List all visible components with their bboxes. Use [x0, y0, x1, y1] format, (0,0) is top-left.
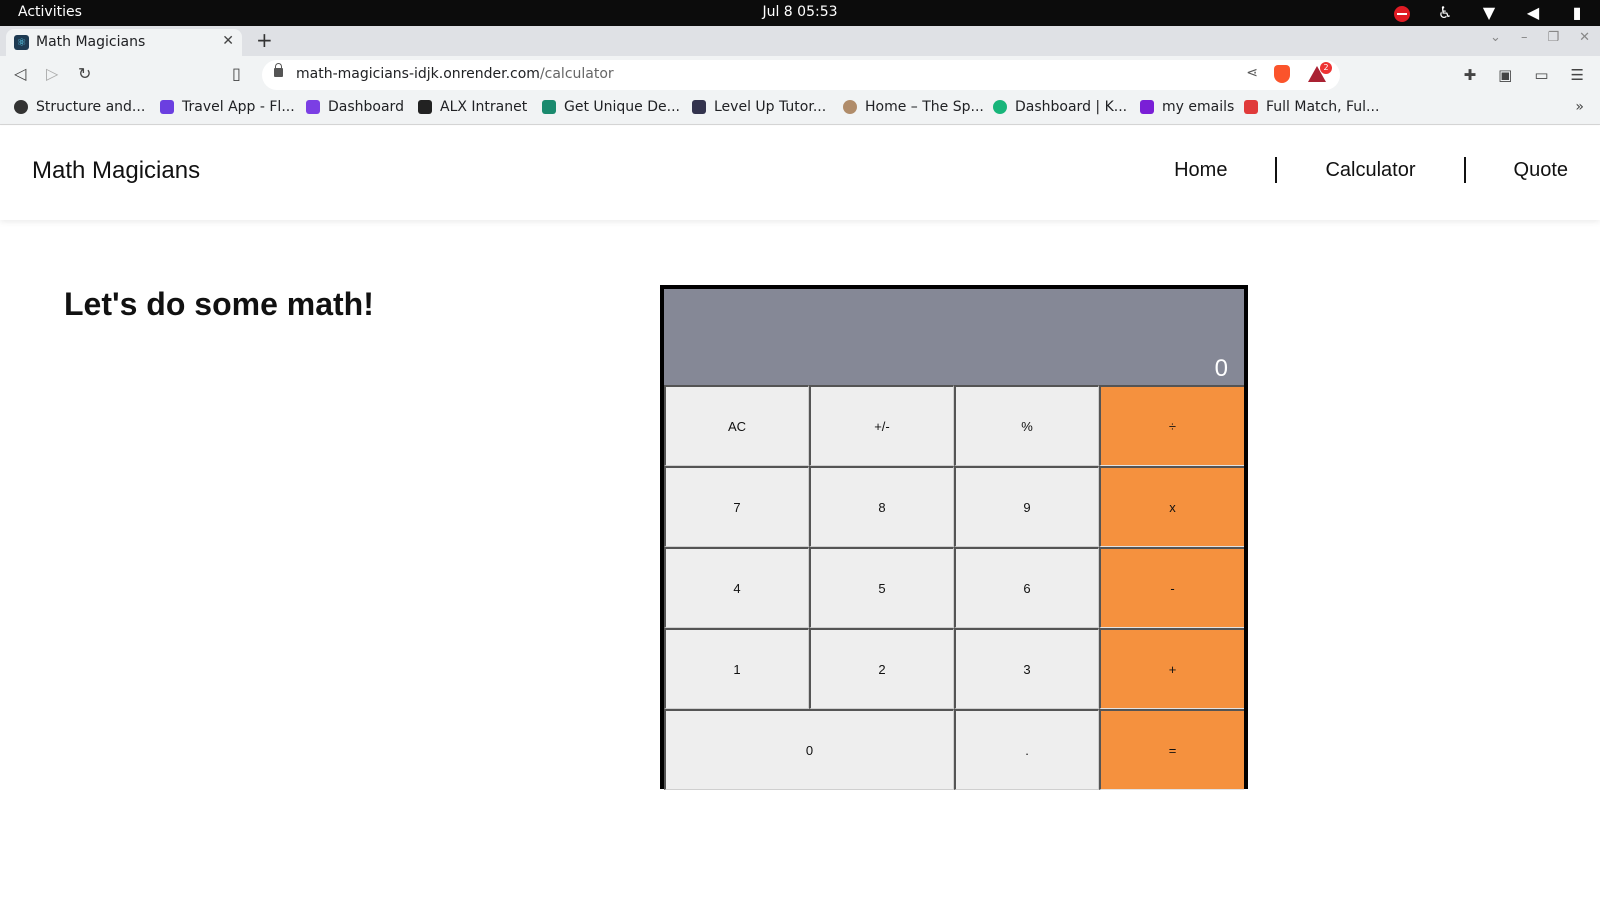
new-tab-button[interactable]: +: [256, 28, 273, 52]
nav-link-quote[interactable]: Quote: [1514, 159, 1568, 182]
calculator-display: 0: [664, 289, 1244, 385]
bookmark-item[interactable]: Dashboard: [306, 99, 404, 115]
alx-favicon-icon: [418, 100, 432, 114]
sidebar-icon[interactable]: ▣: [1498, 66, 1512, 84]
tab-title: Math Magicians: [36, 34, 146, 50]
bookmark-favicon-icon: [843, 100, 857, 114]
globe-icon: [14, 100, 28, 114]
digit-6-button[interactable]: 6: [954, 547, 1099, 628]
back-icon[interactable]: ◁: [14, 64, 26, 83]
digit-8-button[interactable]: 8: [809, 466, 954, 547]
system-top-bar: Activities Jul 8 05:53 ♿ ▼ ◀ ▮: [0, 0, 1600, 26]
digit-3-button[interactable]: 3: [954, 628, 1099, 709]
digit-7-button[interactable]: 7: [664, 466, 809, 547]
calculator: 0 AC +/- % ÷ 7 8 9 x 4 5 6 - 1 2 3 + 0 .…: [660, 285, 1248, 790]
forward-icon[interactable]: ▷: [46, 64, 58, 83]
digit-2-button[interactable]: 2: [809, 628, 954, 709]
nav-link-calculator[interactable]: Calculator: [1325, 159, 1415, 182]
site-logo: Math Magicians: [32, 157, 201, 184]
browser-tab[interactable]: ⚛ Math Magicians ✕: [6, 29, 242, 56]
digit-0-button[interactable]: 0: [664, 709, 954, 790]
page-content: Math Magicians Home Calculator Quote Let…: [0, 126, 1600, 900]
nav-link-home[interactable]: Home: [1174, 159, 1227, 182]
page-heading: Let's do some math!: [64, 286, 374, 322]
digit-9-button[interactable]: 9: [954, 466, 1099, 547]
extension-icons: ✚ ▣ ▭ ☰: [1464, 66, 1584, 84]
menu-icon[interactable]: ☰: [1571, 66, 1584, 84]
maximize-icon[interactable]: ❐: [1547, 30, 1559, 45]
site-header: Math Magicians Home Calculator Quote: [0, 126, 1600, 220]
window-close-icon[interactable]: ✕: [1579, 30, 1590, 45]
digit-5-button[interactable]: 5: [809, 547, 954, 628]
wallet-icon[interactable]: ▭: [1534, 66, 1548, 84]
minimize-icon[interactable]: –: [1521, 30, 1528, 45]
browser-tab-strip: ⚛ Math Magicians ✕: [0, 26, 1600, 56]
address-bar[interactable]: math-magicians-idjk.onrender.com/calcula…: [262, 60, 1340, 90]
brave-shields-icon[interactable]: [1274, 65, 1290, 83]
tab-search-icon[interactable]: ⌄: [1490, 30, 1501, 45]
bookmark-item[interactable]: Dashboard | K...: [993, 99, 1127, 115]
bookmark-favicon-icon: [160, 100, 174, 114]
bookmark-item[interactable]: Structure and...: [14, 99, 145, 115]
lock-icon[interactable]: [274, 63, 283, 77]
bookmark-item[interactable]: Full Match, Ful...: [1244, 99, 1379, 115]
email-favicon-icon: [1140, 100, 1154, 114]
accessibility-icon[interactable]: ♿: [1436, 4, 1454, 22]
bookmark-favicon-icon: [993, 100, 1007, 114]
bookmark-item[interactable]: Home – The Sp...: [843, 99, 984, 115]
multiply-button[interactable]: x: [1099, 466, 1244, 547]
rewards-badge: 2: [1320, 62, 1332, 74]
bookmark-favicon-icon: [1244, 100, 1258, 114]
calculator-keypad: AC +/- % ÷ 7 8 9 x 4 5 6 - 1 2 3 + 0 . =: [664, 385, 1244, 790]
bookmark-item[interactable]: Travel App - Fl...: [160, 99, 295, 115]
volume-icon[interactable]: ◀: [1524, 4, 1542, 22]
clear-button[interactable]: AC: [664, 385, 809, 466]
equals-button[interactable]: =: [1099, 709, 1244, 790]
bookmark-favicon-icon: [692, 100, 706, 114]
do-not-disturb-icon[interactable]: [1394, 5, 1410, 22]
percent-button[interactable]: %: [954, 385, 1099, 466]
wifi-icon[interactable]: ▼: [1480, 4, 1498, 22]
reload-icon[interactable]: ↻: [78, 64, 91, 83]
bookmarks-bar: Structure and... Travel App - Fl... Dash…: [0, 94, 1600, 125]
system-tray[interactable]: ♿ ▼ ◀ ▮: [1368, 4, 1586, 22]
nav-divider: [1463, 157, 1466, 183]
extensions-puzzle-icon[interactable]: ✚: [1464, 66, 1477, 84]
share-icon[interactable]: ⋖: [1246, 65, 1258, 81]
more-bookmarks-icon[interactable]: »: [1575, 99, 1584, 115]
bookmark-item[interactable]: ALX Intranet: [418, 99, 527, 115]
main-nav: Home Calculator Quote: [1174, 157, 1568, 183]
react-favicon-icon: ⚛: [14, 35, 29, 50]
window-controls: ⌄ – ❐ ✕: [1490, 30, 1590, 45]
bookmark-favicon-icon: [542, 100, 556, 114]
digit-4-button[interactable]: 4: [664, 547, 809, 628]
digit-1-button[interactable]: 1: [664, 628, 809, 709]
bookmark-item[interactable]: Get Unique De...: [542, 99, 680, 115]
bookmark-favicon-icon: [306, 100, 320, 114]
subtract-button[interactable]: -: [1099, 547, 1244, 628]
browser-toolbar: ◁ ▷ ↻ ▯ math-magicians-idjk.onrender.com…: [0, 56, 1600, 94]
bookmark-item[interactable]: my emails: [1140, 99, 1234, 115]
bookmark-item[interactable]: Level Up Tutor...: [692, 99, 826, 115]
bookmark-icon[interactable]: ▯: [232, 64, 241, 83]
tab-close-icon[interactable]: ✕: [222, 33, 234, 49]
activities-button[interactable]: Activities: [18, 4, 82, 20]
divide-button[interactable]: ÷: [1099, 385, 1244, 466]
add-button[interactable]: +: [1099, 628, 1244, 709]
system-clock[interactable]: Jul 8 05:53: [0, 4, 1600, 20]
nav-divider: [1275, 157, 1278, 183]
battery-icon[interactable]: ▮: [1568, 4, 1586, 22]
decimal-button[interactable]: .: [954, 709, 1099, 790]
url-text[interactable]: math-magicians-idjk.onrender.com/calcula…: [296, 66, 614, 82]
sign-toggle-button[interactable]: +/-: [809, 385, 954, 466]
